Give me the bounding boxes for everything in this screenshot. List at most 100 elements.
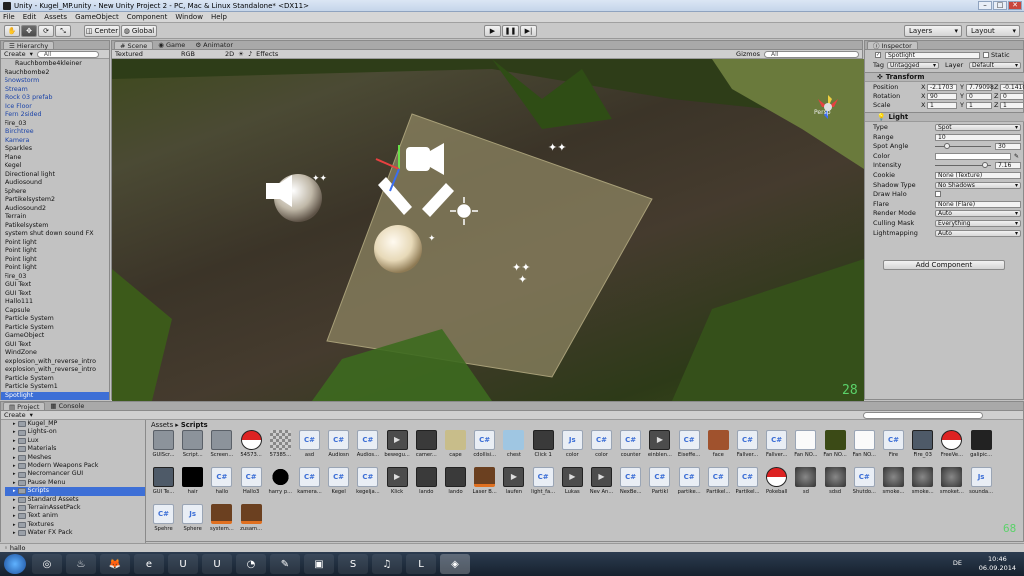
expand-arrow-icon[interactable]: ▸: [13, 512, 16, 520]
hierarchy-item[interactable]: Capsule: [5, 307, 109, 316]
rotation-x-field[interactable]: 90: [927, 93, 957, 100]
expand-arrow-icon[interactable]: ▸: [13, 437, 16, 445]
property-value-field[interactable]: None (Flare): [935, 200, 1021, 208]
project-folder-item[interactable]: ▸ Water FX Pack: [5, 529, 145, 537]
asset-item[interactable]: zusam...: [237, 504, 266, 542]
hierarchy-item[interactable]: GUI Text: [5, 281, 109, 290]
asset-item[interactable]: Js Sphere: [178, 504, 207, 542]
expand-arrow-icon[interactable]: ▸: [13, 529, 16, 537]
slider-handle[interactable]: [981, 162, 988, 169]
asset-item[interactable]: C# Shutdo...: [850, 467, 879, 505]
close-button[interactable]: ✕: [1008, 1, 1022, 10]
rgb-dropdown[interactable]: RGB: [181, 50, 221, 58]
asset-item[interactable]: C# Partikel...: [704, 467, 733, 505]
asset-item[interactable]: Fan NO...: [791, 430, 820, 468]
project-folder-item[interactable]: ▸ Lux: [5, 437, 145, 445]
hierarchy-item[interactable]: Spotlight: [1, 391, 109, 400]
slider-value-field[interactable]: 30: [995, 143, 1021, 151]
asset-item[interactable]: sd: [791, 467, 820, 505]
hierarchy-item[interactable]: Audiosound2: [5, 205, 109, 214]
asset-item[interactable]: Laser B...: [470, 467, 499, 505]
tab-game[interactable]: ◉ Game: [153, 41, 190, 49]
hierarchy-item[interactable]: Directional light: [5, 171, 109, 180]
asset-item[interactable]: Fan NO...: [821, 430, 850, 468]
asset-item[interactable]: cape: [441, 430, 470, 468]
asset-item[interactable]: C# Fallver...: [762, 430, 791, 468]
scale-tool-button[interactable]: ⤡: [55, 25, 71, 37]
asset-item[interactable]: Js sounda...: [967, 467, 996, 505]
udk-icon[interactable]: U: [168, 554, 198, 574]
menu-window[interactable]: Window: [175, 13, 203, 21]
position-x-field[interactable]: -2.1703: [927, 84, 957, 91]
move-tool-button[interactable]: ✥: [21, 25, 37, 37]
hierarchy-item[interactable]: Kegel: [5, 162, 109, 171]
menu-help[interactable]: Help: [211, 13, 227, 21]
property-value-field[interactable]: Spot: [935, 124, 1021, 131]
hierarchy-item[interactable]: WindZone: [5, 349, 109, 358]
asset-item[interactable]: hair: [178, 467, 207, 505]
menu-file[interactable]: File: [3, 13, 15, 21]
asset-item[interactable]: camer...: [412, 430, 441, 468]
asset-item[interactable]: smoke...: [908, 467, 937, 505]
2d-toggle[interactable]: 2D: [225, 50, 234, 58]
layer-dropdown[interactable]: Default: [969, 62, 1021, 69]
hierarchy-item[interactable]: Point light: [5, 256, 109, 265]
light-header[interactable]: 💡 Light: [865, 112, 1024, 122]
asset-item[interactable]: C# light_fa...: [529, 467, 558, 505]
asset-item[interactable]: ▶ laufen: [499, 467, 528, 505]
draw-halo-checkbox[interactable]: [935, 191, 941, 198]
hierarchy-item[interactable]: Stream: [5, 86, 109, 95]
firefox-icon[interactable]: 🦊: [100, 554, 130, 574]
asset-item[interactable]: C# Fire: [879, 430, 908, 468]
project-folder-item[interactable]: ▸ Lights-on: [5, 428, 145, 436]
asset-item[interactable]: C# Partikl: [645, 467, 674, 505]
asset-item[interactable]: Fan NO...: [850, 430, 879, 468]
static-checkbox[interactable]: [983, 52, 989, 58]
hierarchy-item[interactable]: explosion_with_reverse_intro: [5, 358, 109, 367]
create-dropdown[interactable]: Create: [4, 50, 26, 58]
color-swatch[interactable]: [935, 152, 1011, 160]
hierarchy-item[interactable]: Fern 2sided: [5, 111, 109, 120]
lol-icon[interactable]: L: [406, 554, 436, 574]
global-local-button[interactable]: ◍ Global: [121, 25, 157, 37]
expand-arrow-icon[interactable]: ▸: [13, 521, 16, 529]
project-create-dropdown[interactable]: Create: [4, 411, 26, 419]
asset-item[interactable]: Pokeball: [762, 467, 791, 505]
hierarchy-item[interactable]: Audiosound: [5, 179, 109, 188]
project-folder-item[interactable]: ▸ Necromancer GUI: [5, 470, 145, 478]
project-folder-item[interactable]: ▸ Pause Menu: [5, 479, 145, 487]
asset-item[interactable]: ▶ einblen...: [645, 430, 674, 468]
slider-handle[interactable]: [943, 143, 950, 150]
hierarchy-item[interactable]: Terrain: [5, 213, 109, 222]
tab-project[interactable]: ▤ Project: [3, 402, 46, 411]
start-button[interactable]: [4, 554, 26, 574]
scale-x-field[interactable]: 1: [927, 102, 957, 109]
language-indicator[interactable]: DE: [953, 559, 962, 567]
asset-item[interactable]: C# hallo: [207, 467, 236, 505]
status-message[interactable]: hallo: [10, 544, 26, 552]
asset-item[interactable]: harry p...: [266, 467, 295, 505]
asset-item[interactable]: ▶ Klick: [383, 467, 412, 505]
tab-console[interactable]: ▦ Console: [45, 402, 89, 410]
hierarchy-item[interactable]: Rauchbombe2: [5, 69, 109, 78]
hierarchy-item[interactable]: Particle System: [5, 315, 109, 324]
property-value-field[interactable]: 10: [935, 133, 1021, 141]
asset-item[interactable]: C# Eiseffe...: [675, 430, 704, 468]
position-y-field[interactable]: 7.79098: [966, 84, 994, 91]
project-folder-item[interactable]: ▸ Text anim: [5, 512, 145, 520]
hierarchy-search-input[interactable]: All: [36, 50, 99, 58]
slider-value-field[interactable]: 7.16: [995, 162, 1021, 170]
hand-tool-button[interactable]: ✋: [4, 25, 20, 37]
tag-dropdown[interactable]: Untagged: [887, 62, 939, 69]
lighting-toggle-icon[interactable]: ☀: [238, 50, 244, 58]
asset-item[interactable]: C# kamera...: [295, 467, 324, 505]
asset-item[interactable]: face: [704, 430, 733, 468]
hierarchy-item[interactable]: Sparkles: [5, 145, 109, 154]
rotation-y-field[interactable]: 0: [966, 93, 992, 100]
expand-arrow-icon[interactable]: ▸: [13, 454, 16, 462]
asset-item[interactable]: Js color: [558, 430, 587, 468]
asset-item[interactable]: ▶ Lukas: [558, 467, 587, 505]
asset-item[interactable]: C# Partikel...: [733, 467, 762, 505]
hierarchy-item[interactable]: GUI Text: [5, 341, 109, 350]
hierarchy-item[interactable]: Particle System: [5, 375, 109, 384]
